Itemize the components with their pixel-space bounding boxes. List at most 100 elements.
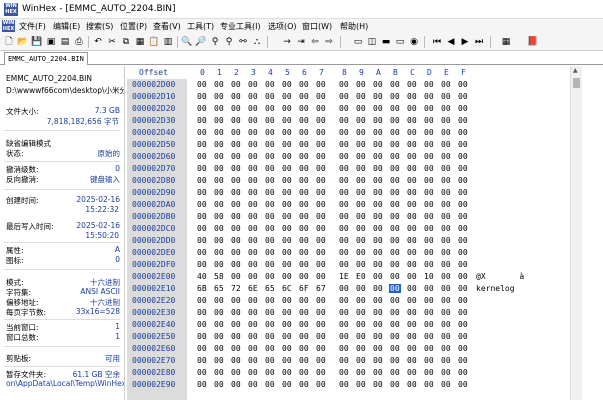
hex-byte[interactable]: 00: [248, 272, 258, 281]
hex-byte[interactable]: 00: [458, 320, 468, 329]
hex-byte[interactable]: 72: [231, 284, 241, 293]
hex-byte[interactable]: 00: [458, 140, 468, 149]
hex-byte[interactable]: 00: [231, 236, 241, 245]
hex-byte[interactable]: 00: [424, 152, 434, 161]
hex-byte[interactable]: 00: [390, 380, 400, 389]
hex-byte[interactable]: 00: [339, 140, 349, 149]
hex-byte[interactable]: 00: [407, 284, 417, 293]
hex-byte[interactable]: 00: [197, 176, 207, 185]
hex-byte[interactable]: 00: [265, 272, 275, 281]
vertical-scrollbar[interactable]: ▲: [570, 66, 582, 400]
menu-view[interactable]: 查看(V): [153, 21, 181, 32]
binoculars-icon[interactable]: ⛬: [251, 36, 263, 48]
hex-byte[interactable]: 00: [424, 356, 434, 365]
hex-byte[interactable]: 00: [265, 128, 275, 137]
hex-byte[interactable]: 00: [316, 92, 326, 101]
hex-byte[interactable]: 00: [339, 344, 349, 353]
menu-search[interactable]: 搜索(S): [86, 21, 113, 32]
hex-byte[interactable]: 00: [407, 212, 417, 221]
hex-byte[interactable]: 00: [424, 212, 434, 221]
hex-byte[interactable]: 00: [441, 176, 451, 185]
open-file-icon[interactable]: 📂: [17, 36, 29, 48]
hex-byte[interactable]: 00: [265, 116, 275, 125]
hex-byte[interactable]: 00: [458, 284, 468, 293]
hex-byte[interactable]: 00: [299, 80, 309, 89]
hex-byte[interactable]: 00: [356, 356, 366, 365]
hex-byte[interactable]: 00: [356, 320, 366, 329]
hex-byte[interactable]: 00: [316, 272, 326, 281]
hex-byte[interactable]: 00: [356, 128, 366, 137]
hex-byte[interactable]: 00: [339, 236, 349, 245]
hex-byte[interactable]: 00: [197, 104, 207, 113]
drive-icon[interactable]: ▭: [394, 36, 406, 48]
hex-byte[interactable]: 00: [373, 296, 383, 305]
hex-byte[interactable]: 00: [441, 164, 451, 173]
hex-byte[interactable]: 00: [248, 368, 258, 377]
hex-byte[interactable]: 00: [299, 152, 309, 161]
hex-byte[interactable]: 6B: [197, 284, 207, 293]
hex-byte[interactable]: 00: [373, 284, 383, 293]
hex-byte[interactable]: 00: [356, 380, 366, 389]
hex-byte[interactable]: 00: [265, 320, 275, 329]
hex-byte[interactable]: E0: [356, 272, 366, 281]
hex-byte[interactable]: 00: [248, 104, 258, 113]
hex-byte[interactable]: 00: [390, 200, 400, 209]
hex-byte[interactable]: 00: [390, 368, 400, 377]
hex-byte[interactable]: 00: [373, 320, 383, 329]
hex-byte[interactable]: 00: [424, 320, 434, 329]
copy-block-icon[interactable]: ▦: [134, 36, 146, 48]
hex-byte[interactable]: 00: [265, 344, 275, 353]
hex-byte[interactable]: 00: [458, 380, 468, 389]
hex-byte[interactable]: 00: [299, 320, 309, 329]
hex-byte[interactable]: 00: [316, 212, 326, 221]
hex-byte[interactable]: 00: [214, 176, 224, 185]
replace-hex-icon[interactable]: ⚲: [223, 36, 235, 48]
analyze-icon[interactable]: ◉: [408, 36, 420, 48]
hex-byte[interactable]: 00: [197, 248, 207, 257]
hex-byte[interactable]: 00: [214, 164, 224, 173]
hex-byte[interactable]: 00: [265, 224, 275, 233]
hex-byte[interactable]: 00: [458, 128, 468, 137]
hex-byte[interactable]: 00: [339, 152, 349, 161]
hex-byte[interactable]: 00: [214, 140, 224, 149]
hex-byte[interactable]: 00: [299, 248, 309, 257]
hex-byte[interactable]: 00: [197, 164, 207, 173]
hex-byte[interactable]: 00: [424, 80, 434, 89]
hex-byte[interactable]: 00: [299, 188, 309, 197]
back-icon[interactable]: ⇦: [309, 36, 321, 48]
menu-window[interactable]: 窗口(W): [302, 21, 332, 32]
hex-byte[interactable]: 00: [356, 80, 366, 89]
hex-byte[interactable]: 00: [373, 164, 383, 173]
hex-byte[interactable]: 00: [424, 368, 434, 377]
hex-byte[interactable]: 00: [197, 140, 207, 149]
print-icon[interactable]: ⎙: [73, 36, 85, 48]
hex-byte[interactable]: 00: [424, 308, 434, 317]
hex-byte[interactable]: 00: [424, 92, 434, 101]
hex-byte[interactable]: 00: [299, 236, 309, 245]
hex-byte[interactable]: 00: [458, 116, 468, 125]
hex-byte[interactable]: 67: [316, 284, 326, 293]
hex-byte[interactable]: 00: [424, 188, 434, 197]
calculator-icon[interactable]: ▦: [500, 36, 512, 48]
hex-byte[interactable]: 00: [282, 164, 292, 173]
hex-byte[interactable]: 00: [197, 152, 207, 161]
hex-byte[interactable]: 00: [316, 260, 326, 269]
hex-byte[interactable]: 00: [214, 248, 224, 257]
hex-byte[interactable]: 00: [265, 140, 275, 149]
hex-byte[interactable]: 00: [339, 80, 349, 89]
hex-byte[interactable]: 00: [282, 212, 292, 221]
hex-byte[interactable]: 00: [373, 260, 383, 269]
scroll-up-arrow-icon[interactable]: ▲: [573, 67, 578, 74]
hex-byte[interactable]: 00: [282, 176, 292, 185]
hex-byte[interactable]: 00: [282, 248, 292, 257]
hex-byte[interactable]: 00: [316, 308, 326, 317]
hex-byte[interactable]: 00: [231, 248, 241, 257]
hex-byte[interactable]: 00: [356, 212, 366, 221]
hex-byte[interactable]: 00: [316, 380, 326, 389]
hex-byte[interactable]: 00: [282, 356, 292, 365]
hex-byte[interactable]: 00: [248, 320, 258, 329]
hex-byte[interactable]: 00: [248, 164, 258, 173]
hex-byte[interactable]: 00: [339, 332, 349, 341]
hex-byte[interactable]: 00: [248, 152, 258, 161]
hex-byte[interactable]: 00: [407, 92, 417, 101]
